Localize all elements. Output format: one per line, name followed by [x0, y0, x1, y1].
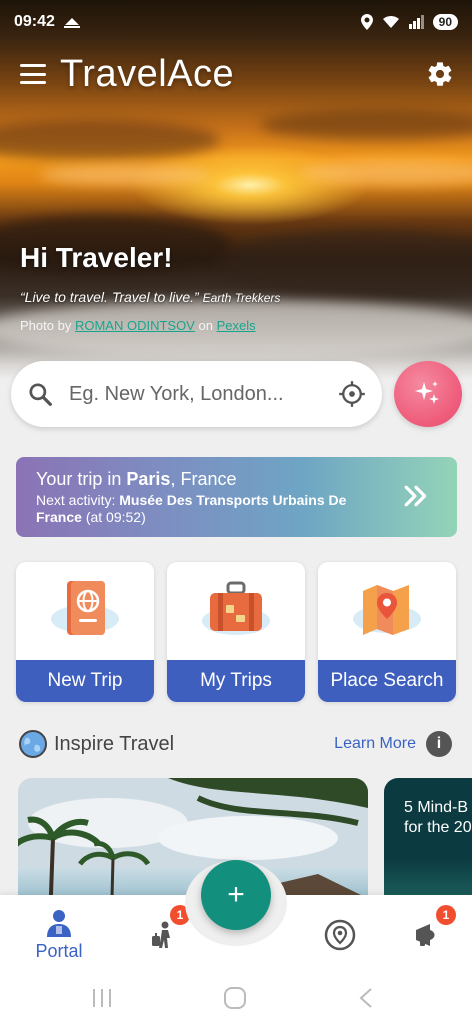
battery-icon: 90 [432, 14, 458, 30]
gear-icon[interactable] [426, 60, 454, 88]
next-activity: Next activity: Musée Des Transports Urba… [36, 492, 386, 526]
article-title: 5 Mind-B for the 20 [404, 799, 472, 836]
globe-icon [19, 730, 47, 758]
source-link[interactable]: Pexels [217, 318, 256, 333]
place-search-button[interactable]: Place Search [318, 562, 456, 702]
status-bar: 09:42 90 [0, 0, 472, 44]
back-icon[interactable] [356, 987, 376, 1009]
add-fab-button[interactable]: + [201, 860, 271, 930]
magic-suggest-button[interactable] [394, 361, 462, 427]
double-chevron-right-icon [404, 485, 427, 507]
quote-author: Earth Trekkers [202, 291, 281, 305]
location-icon [360, 14, 373, 30]
time: 09:42 [14, 13, 55, 30]
nav-portal[interactable]: Portal [14, 895, 104, 975]
travel-quote: “Live to travel. Travel to live.” Earth … [20, 289, 280, 305]
search-input[interactable] [69, 382, 338, 406]
location-pin-icon [324, 919, 356, 951]
nav-places[interactable] [295, 895, 385, 975]
info-icon[interactable]: i [426, 731, 452, 757]
trip-prefix: Your trip in [36, 469, 122, 489]
home-icon[interactable] [223, 987, 247, 1009]
quote-text: “Live to travel. Travel to live.” [20, 289, 199, 305]
photographer-link[interactable]: ROMAN ODINTSOV [75, 318, 195, 333]
new-trip-button[interactable]: New Trip [16, 562, 154, 702]
photo-credit: Photo by ROMAN ODINTSOV on Pexels [20, 318, 256, 333]
my-location-icon[interactable] [338, 380, 366, 408]
trip-title: Your trip in Paris, France [36, 469, 437, 490]
menu-icon[interactable] [20, 64, 46, 84]
credit-prefix: Photo by [20, 318, 72, 333]
trip-city: Paris [126, 469, 171, 489]
learn-more-link[interactable]: Learn More [334, 735, 416, 753]
nav-alerts[interactable]: 1 [382, 895, 472, 975]
my-trips-button[interactable]: My Trips [167, 562, 305, 702]
traveler-icon [152, 921, 170, 948]
wifi-icon [382, 15, 399, 28]
inspire-header: Inspire Travel Learn More i [18, 728, 452, 760]
activity-time: (at 09:52) [85, 509, 146, 525]
place-search-label: Place Search [318, 660, 456, 702]
passport-icon [51, 581, 119, 635]
recent-apps-icon[interactable] [90, 987, 114, 1009]
new-trip-label: New Trip [16, 660, 154, 702]
signal-icon [408, 15, 424, 29]
inspire-title: Inspire Travel [54, 732, 175, 755]
suitcase-icon [202, 581, 270, 635]
system-navigation-bar [0, 975, 472, 1024]
trip-country: , France [170, 469, 237, 489]
map-pin-icon [353, 585, 421, 635]
greeting: Hi Traveler! [20, 242, 173, 273]
credit-on: on [198, 318, 213, 333]
my-trips-label: My Trips [167, 660, 305, 702]
current-trip-banner[interactable]: Your trip in Paris, France Next activity… [16, 457, 457, 537]
notification-icon [63, 18, 80, 28]
portal-icon [47, 909, 71, 937]
sparkle-icon [415, 381, 439, 404]
alert-bell-icon [416, 924, 435, 946]
search-icon [29, 383, 52, 406]
alerts-badge: 1 [436, 905, 456, 925]
app-title: TravelAce [60, 52, 235, 95]
hero-banner: 09:42 90 TravelAce Hi Traveler! “Live to… [0, 0, 472, 380]
nav-portal-label: Portal [35, 940, 83, 961]
search-bar [11, 361, 382, 427]
activity-prefix: Next activity: [36, 492, 116, 508]
